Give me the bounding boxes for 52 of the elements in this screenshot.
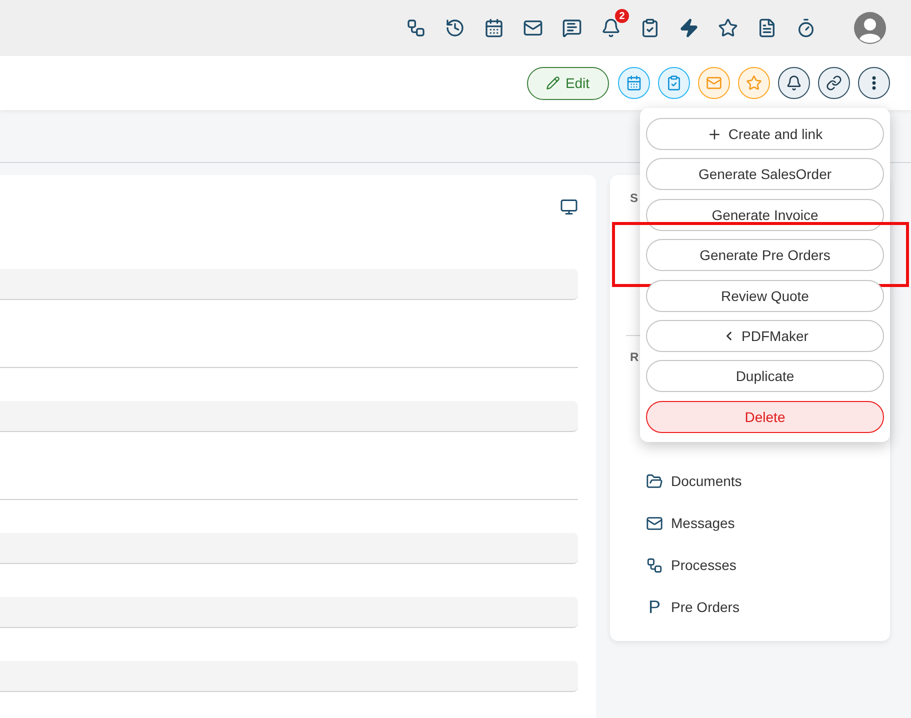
pencil-icon (546, 76, 560, 90)
more-button[interactable] (858, 67, 890, 99)
plus-icon (707, 126, 722, 142)
menu-item[interactable]: Generate Pre Orders (646, 239, 884, 272)
input-field[interactable] (0, 533, 578, 564)
star-icon[interactable] (718, 18, 738, 38)
link-button[interactable] (818, 67, 850, 99)
notification-badge: 2 (615, 9, 629, 23)
star-icon (746, 75, 762, 91)
calendar-button[interactable] (618, 67, 650, 99)
processes-icon[interactable] (406, 18, 426, 38)
related-link[interactable]: Processes (671, 557, 736, 573)
bell-icon (786, 75, 802, 91)
document-icon[interactable] (757, 18, 777, 38)
clipboard-check-icon[interactable] (640, 18, 660, 38)
menu-item[interactable]: Create and link (646, 118, 884, 150)
section-heading: R (630, 350, 640, 365)
delete-button[interactable]: Delete (646, 400, 884, 433)
menu-item[interactable]: Generate Invoice (646, 198, 884, 231)
menu-item[interactable]: Generate SalesOrder (646, 158, 884, 190)
related-link[interactable]: Messages (671, 515, 735, 531)
menu-item[interactable]: Duplicate (646, 360, 884, 392)
bolt-icon[interactable] (679, 18, 699, 38)
section-heading: S (630, 191, 640, 206)
menu-item[interactable]: Review Quote (646, 280, 884, 312)
chat-icon[interactable] (562, 18, 582, 38)
input-field[interactable] (0, 401, 578, 432)
history-icon[interactable] (445, 18, 465, 38)
star-button[interactable] (738, 67, 770, 99)
input-field[interactable] (0, 269, 578, 300)
task-button[interactable] (658, 67, 690, 99)
related-link[interactable]: Pre Orders (671, 599, 740, 615)
more-icon (872, 76, 876, 90)
stopwatch-icon[interactable] (796, 18, 816, 38)
edit-button[interactable]: Edit (527, 66, 609, 100)
bell-button[interactable] (778, 67, 810, 99)
link-icon (826, 75, 842, 91)
input-field[interactable] (0, 661, 578, 692)
clipboard-check-icon (666, 75, 682, 91)
mail-icon[interactable] (523, 18, 543, 38)
avatar-icon[interactable] (854, 12, 886, 44)
related-link[interactable]: Documents (671, 473, 742, 489)
mail-icon (706, 75, 722, 91)
calendar-icon (626, 75, 642, 91)
calendar-icon[interactable] (484, 18, 504, 38)
mail-icon (646, 514, 663, 532)
processes-icon (646, 556, 663, 574)
input-field[interactable] (0, 597, 578, 628)
menu-item[interactable]: PDFMaker (646, 320, 884, 352)
folder-icon (646, 472, 663, 490)
bell-icon[interactable] (601, 18, 621, 38)
letter-icon: P (646, 598, 663, 616)
